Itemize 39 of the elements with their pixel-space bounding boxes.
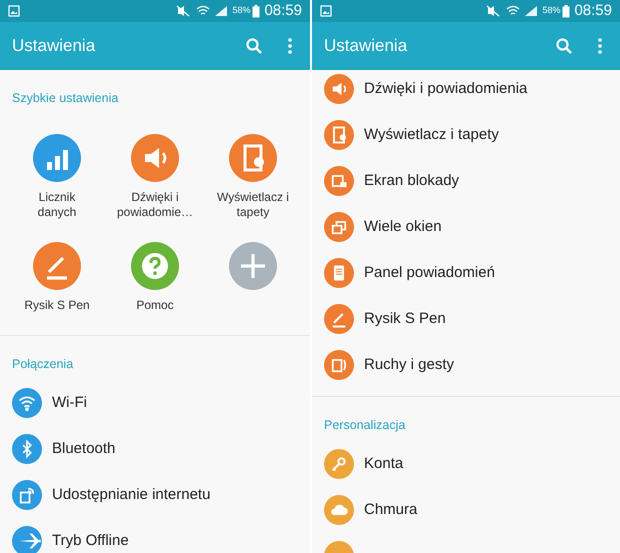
quick-setting-label[interactable]: Dźwięki i powiadomie… [116, 190, 194, 220]
settings-item[interactable]: Tryb Offline [52, 530, 129, 552]
settings-item[interactable]: Wyświetlacz i tapety [364, 124, 499, 146]
section-header: Szybkie ustawienia [11, 90, 120, 107]
battery-percent: 58% [232, 4, 250, 18]
section-header: Personalizacja [323, 417, 406, 434]
section-header: Połączenia [11, 356, 74, 373]
settings-item[interactable]: Dźwięki i powiadomienia [364, 78, 528, 100]
battery-percent: 58% [542, 4, 560, 18]
more-icon[interactable] [288, 38, 292, 54]
settings-item[interactable]: Chmura [364, 498, 418, 522]
search-icon[interactable] [555, 37, 573, 55]
clock: 08:59 [264, 0, 302, 21]
settings-item[interactable]: Konta [364, 452, 404, 476]
app-title: Ustawienia [324, 35, 408, 58]
settings-item[interactable]: Wiele okien [364, 216, 442, 238]
settings-item[interactable]: Bluetooth [52, 438, 116, 460]
quick-setting-label[interactable]: Wyświetlacz i tapety [217, 190, 289, 220]
quick-setting-label[interactable]: Pomoc [136, 298, 174, 313]
wifi-icon [196, 5, 210, 17]
settings-item[interactable]: Udostępnianie internetu [52, 484, 210, 506]
quick-setting-label[interactable]: Rysik S Pen [24, 298, 90, 313]
image-icon [8, 5, 20, 17]
clock: 08:59 [574, 0, 612, 21]
signal-icon [214, 5, 228, 17]
quick-setting-label[interactable]: Licznik danych [38, 190, 76, 220]
battery-icon [562, 4, 570, 18]
wifi-icon [506, 5, 520, 17]
settings-item[interactable]: Ruchy i gesty [364, 354, 454, 376]
battery-icon [252, 4, 260, 18]
settings-item[interactable]: Ekran blokady [364, 170, 460, 192]
app-title: Ustawienia [12, 35, 96, 58]
signal-icon [524, 5, 538, 17]
search-icon[interactable] [245, 37, 263, 55]
more-icon[interactable] [598, 38, 602, 54]
settings-item[interactable]: Panel powiadomień [364, 262, 495, 284]
settings-item[interactable]: Rysik S Pen [364, 308, 446, 330]
settings-item[interactable]: Wi-Fi [52, 392, 87, 414]
image-icon [320, 5, 332, 17]
